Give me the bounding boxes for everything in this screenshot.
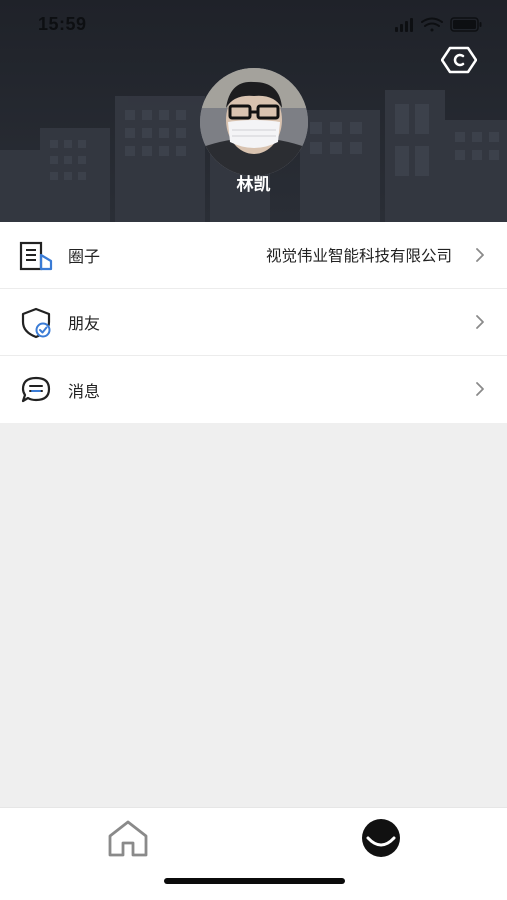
tab-me[interactable] [359, 816, 403, 860]
home-indicator [164, 878, 345, 884]
chevron-right-icon [476, 248, 484, 262]
status-time: 15:59 [38, 14, 87, 34]
profile-menu: 圈子 视觉伟业智能科技有限公司 朋友 消息 [0, 222, 507, 423]
menu-item-label: 朋友 [68, 314, 101, 333]
chat-bubble-icon [21, 376, 51, 403]
menu-item-label: 消息 [68, 381, 101, 401]
avatar-photo [200, 68, 308, 176]
settings-button[interactable] [440, 44, 478, 76]
settings-hex-icon [440, 46, 478, 74]
menu-item-messages[interactable]: 消息 [0, 356, 507, 423]
tab-home[interactable] [106, 818, 150, 858]
signal-icon [395, 18, 413, 32]
smile-face-icon [362, 819, 400, 857]
avatar[interactable] [200, 68, 308, 176]
status-icons [395, 17, 482, 32]
chevron-right-icon [476, 382, 484, 396]
profile-header: 15:59 林凯 [0, 0, 507, 222]
home-icon [108, 820, 148, 857]
menu-item-friends[interactable]: 朋友 [0, 289, 507, 356]
shield-check-icon [21, 307, 51, 339]
battery-icon [450, 17, 482, 32]
menu-item-circle[interactable]: 圈子 视觉伟业智能科技有限公司 [0, 222, 507, 289]
tab-bar [0, 807, 507, 900]
username: 林凯 [236, 175, 271, 195]
menu-item-value: 视觉伟业智能科技有限公司 [265, 247, 452, 265]
document-building-icon [19, 241, 53, 271]
status-bar: 15:59 [0, 0, 507, 50]
chevron-right-icon [476, 315, 484, 329]
wifi-icon [421, 17, 443, 32]
menu-item-label: 圈子 [68, 247, 101, 266]
